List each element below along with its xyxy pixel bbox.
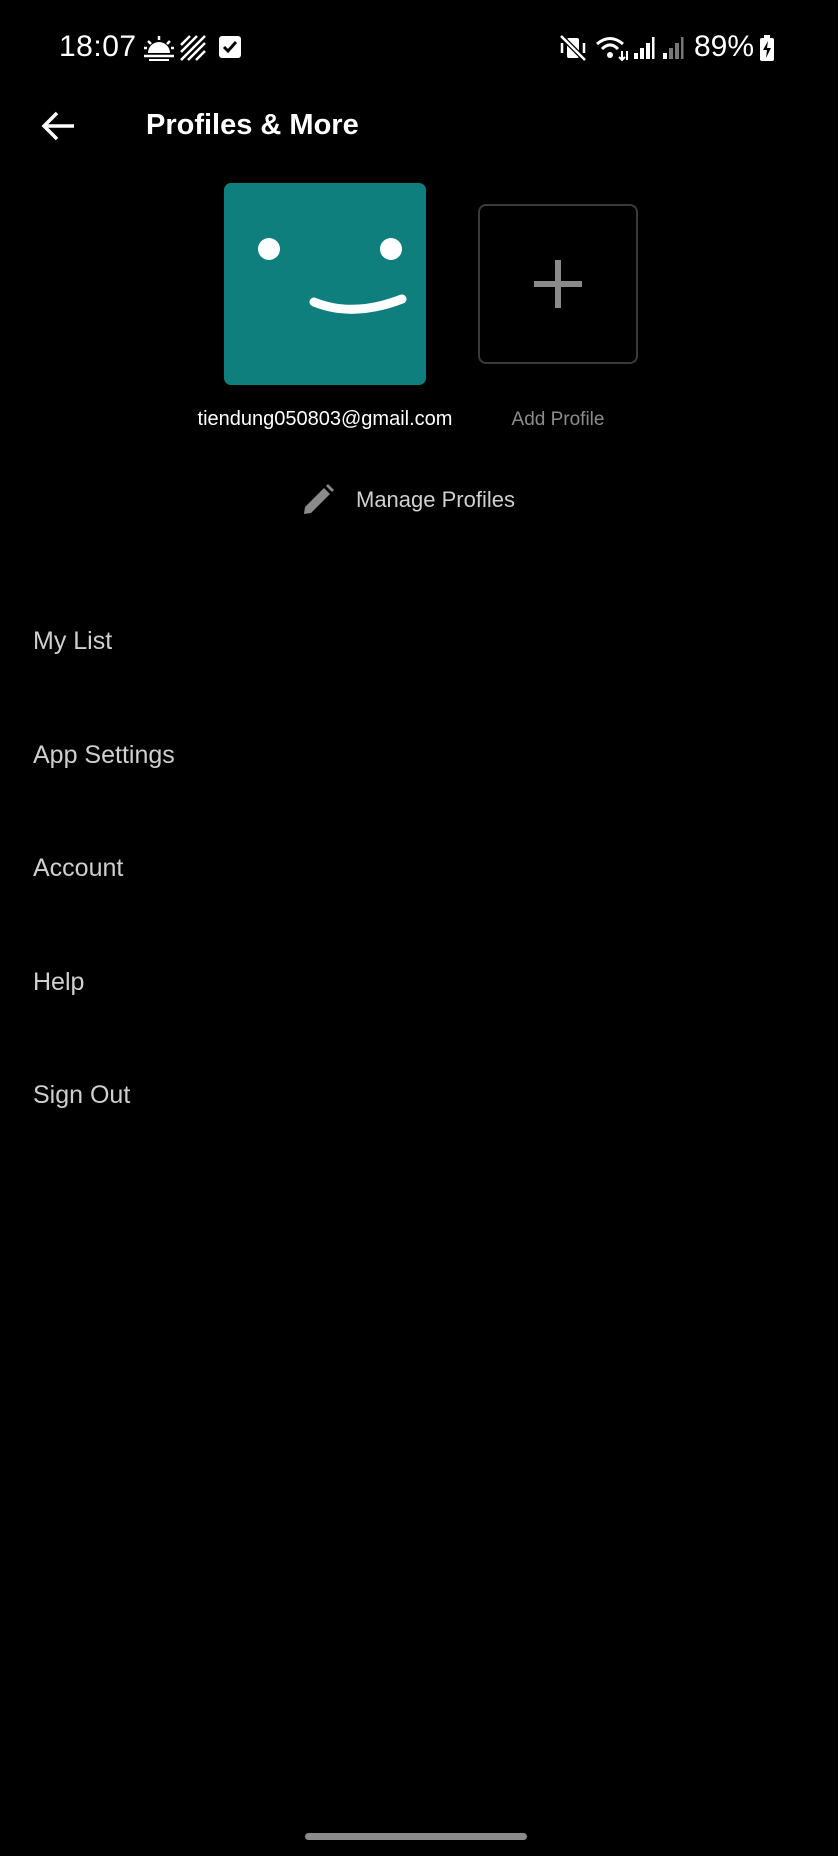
plus-icon: [534, 260, 582, 308]
sunrise-icon: [144, 36, 174, 61]
menu-item-label: My List: [33, 627, 113, 656]
menu-item-app-settings[interactable]: App Settings: [0, 709, 838, 823]
add-profile-label[interactable]: Add Profile: [478, 409, 638, 431]
menu-item-label: Help: [33, 967, 85, 996]
wifi-icon: [596, 37, 628, 62]
battery-percentage: 89%: [694, 30, 755, 63]
add-profile-button[interactable]: [478, 204, 638, 364]
battery-charging-icon: [760, 35, 774, 61]
signal-icon: [663, 37, 684, 59]
menu-item-help[interactable]: Help: [0, 936, 838, 1050]
menu-item-label: App Settings: [33, 740, 175, 769]
profile-name[interactable]: tiendung050803@gmail.com: [150, 408, 500, 431]
back-button[interactable]: [32, 100, 84, 152]
menu-item-sign-out[interactable]: Sign Out: [0, 1049, 838, 1163]
menu-item-my-list[interactable]: My List: [0, 595, 838, 709]
menu-list: My List App Settings Account Help Sign O…: [0, 595, 838, 1163]
profile-avatar[interactable]: [224, 183, 426, 385]
checkbox-icon: [219, 36, 241, 58]
manage-profiles-button[interactable]: Manage Profiles: [300, 478, 515, 522]
menu-item-label: Account: [33, 854, 124, 883]
manage-profiles-label: Manage Profiles: [356, 487, 515, 512]
home-indicator[interactable]: [305, 1833, 527, 1840]
menu-item-label: Sign Out: [33, 1081, 131, 1110]
hatched-square-icon: [180, 35, 206, 61]
status-bar: 18:07 89%: [0, 0, 838, 96]
status-time: 18:07: [59, 30, 137, 63]
menu-item-account[interactable]: Account: [0, 822, 838, 936]
arrow-left-icon: [41, 111, 74, 141]
page-title: Profiles & More: [146, 109, 359, 141]
vibrate-mute-icon: [559, 34, 587, 62]
pencil-icon: [304, 484, 334, 514]
smiley-face-icon: [258, 238, 407, 314]
signal-icon: [634, 37, 655, 59]
